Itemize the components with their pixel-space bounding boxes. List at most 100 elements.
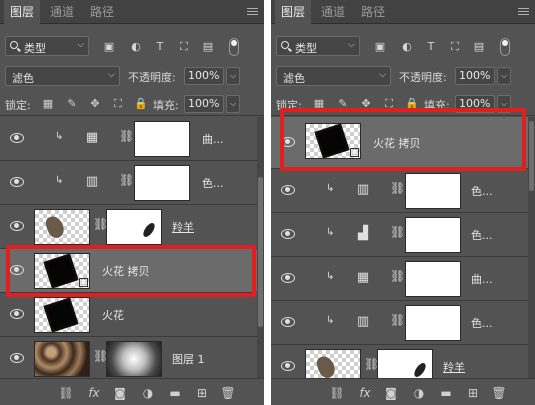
link-icon[interactable]: ⛓: [119, 129, 134, 143]
layer-row[interactable]: ↳ ▥ ⛓ 色...: [271, 301, 535, 345]
fx-icon[interactable]: fx: [357, 385, 373, 401]
type-filter-icon[interactable]: T: [424, 40, 438, 54]
layer-mask-thumbnail[interactable]: [405, 261, 461, 297]
layer-row[interactable]: ↳ ▦ ⛓ 曲...: [0, 117, 264, 161]
eye-icon[interactable]: [281, 361, 295, 371]
filter-toggle[interactable]: [229, 38, 239, 56]
layer-row[interactable]: 火花: [0, 293, 264, 337]
adjustment-filter-icon[interactable]: ◐: [400, 40, 414, 54]
opacity-dropdown-icon[interactable]: ⌵: [226, 67, 240, 85]
shape-filter-icon[interactable]: ⛶: [177, 40, 191, 54]
layer-row[interactable]: ⛓ 羚羊: [271, 345, 535, 378]
opacity-dropdown-icon[interactable]: ⌵: [497, 67, 511, 85]
lock-artboard-icon[interactable]: ⛶: [111, 97, 125, 111]
link-icon[interactable]: ⛓: [390, 181, 405, 195]
eye-icon[interactable]: [10, 177, 24, 187]
adjustment-layer-icon[interactable]: ◑: [140, 385, 156, 401]
delete-layer-icon[interactable]: 🗑: [220, 385, 236, 401]
filter-kind-select[interactable]: 类型 ⌵: [276, 36, 360, 56]
layer-name[interactable]: 火花: [102, 307, 124, 323]
panel-menu-icon[interactable]: [518, 8, 529, 16]
tab-layers[interactable]: 图层: [4, 0, 41, 24]
layer-row[interactable]: ⛓ 羚羊: [0, 205, 264, 249]
eye-icon[interactable]: [10, 221, 24, 231]
layer-name[interactable]: 图层 1: [172, 351, 205, 367]
tab-paths[interactable]: 路径: [355, 0, 391, 24]
image-filter-icon[interactable]: ▣: [373, 40, 387, 54]
tab-channels[interactable]: 通道: [44, 0, 80, 24]
fx-icon[interactable]: fx: [86, 385, 102, 401]
layer-row[interactable]: ↳ ▥ ⛓ 色...: [271, 169, 535, 213]
image-filter-icon[interactable]: ▣: [102, 40, 116, 54]
adjustment-layer-icon[interactable]: ◑: [411, 385, 427, 401]
layers-scrollbar[interactable]: [528, 117, 535, 378]
link-icon[interactable]: ⛓: [390, 269, 405, 283]
layer-thumbnail[interactable]: [305, 349, 361, 378]
layer-name[interactable]: 色...: [202, 175, 224, 191]
layer-name[interactable]: 色...: [471, 227, 493, 243]
layer-thumbnail[interactable]: [34, 341, 90, 377]
add-mask-icon[interactable]: ◙: [112, 385, 128, 401]
link-icon[interactable]: ⛓: [390, 225, 405, 239]
delete-layer-icon[interactable]: 🗑: [491, 385, 507, 401]
add-mask-icon[interactable]: ◙: [383, 385, 399, 401]
type-filter-icon[interactable]: T: [153, 40, 167, 54]
layer-mask-thumbnail[interactable]: [134, 165, 190, 201]
link-icon[interactable]: ⛓: [390, 313, 405, 327]
new-layer-icon[interactable]: ⊞: [465, 385, 481, 401]
layer-mask-thumbnail[interactable]: [405, 305, 461, 341]
tab-layers[interactable]: 图层: [275, 0, 312, 24]
layers-scrollbar[interactable]: [257, 117, 264, 378]
tab-paths[interactable]: 路径: [84, 0, 120, 24]
link-icon[interactable]: ⛓: [119, 173, 134, 187]
fill-dropdown-icon[interactable]: ⌵: [226, 95, 240, 113]
eye-icon[interactable]: [281, 317, 295, 327]
lock-paint-icon[interactable]: ✎: [65, 97, 79, 111]
new-group-icon[interactable]: ▬: [167, 385, 183, 401]
layer-name[interactable]: 曲...: [471, 271, 493, 287]
eye-icon[interactable]: [10, 309, 24, 319]
eye-icon[interactable]: [10, 353, 24, 363]
smartobject-filter-icon[interactable]: ▤: [201, 40, 215, 54]
lock-transparent-icon[interactable]: ▦: [41, 97, 55, 111]
layer-mask-thumbnail[interactable]: [377, 349, 433, 378]
new-layer-icon[interactable]: ⊞: [194, 385, 210, 401]
layer-thumbnail[interactable]: [34, 297, 90, 333]
filter-toggle[interactable]: [500, 38, 510, 56]
layer-row[interactable]: ↳ ▟ ⛓ 色...: [271, 213, 535, 257]
link-layers-icon[interactable]: ⛓: [58, 385, 74, 401]
link-layers-icon[interactable]: ⛓: [329, 385, 345, 401]
blend-mode-select[interactable]: 滤色 ⌵: [5, 66, 120, 86]
layer-row[interactable]: ↳ ▥ ⛓ 色...: [0, 161, 264, 205]
opacity-input[interactable]: 100%: [455, 67, 495, 85]
eye-icon[interactable]: [281, 273, 295, 283]
adjustment-filter-icon[interactable]: ◐: [129, 40, 143, 54]
lock-position-icon[interactable]: ✥: [88, 97, 102, 111]
layer-mask-thumbnail[interactable]: [106, 209, 162, 245]
opacity-input[interactable]: 100%: [184, 67, 224, 85]
layer-row[interactable]: ↳ ▦ ⛓ 曲...: [271, 257, 535, 301]
layer-name[interactable]: 色...: [471, 183, 493, 199]
blend-mode-select[interactable]: 滤色 ⌵: [276, 66, 391, 86]
eye-icon[interactable]: [281, 229, 295, 239]
layer-mask-thumbnail[interactable]: [134, 121, 190, 157]
layer-mask-thumbnail[interactable]: [405, 217, 461, 253]
layer-row[interactable]: ⛓ 图层 1: [0, 337, 264, 378]
layer-name[interactable]: 羚羊: [443, 359, 465, 375]
lock-all-icon[interactable]: 🔒: [134, 97, 148, 111]
panel-menu-icon[interactable]: [247, 8, 258, 16]
layer-mask-thumbnail[interactable]: [106, 341, 162, 377]
fill-input[interactable]: 100%: [184, 95, 224, 113]
smartobject-filter-icon[interactable]: ▤: [472, 40, 486, 54]
eye-icon[interactable]: [10, 133, 24, 143]
layer-name[interactable]: 羚羊: [172, 219, 194, 235]
filter-kind-select[interactable]: 类型 ⌵: [5, 36, 89, 56]
eye-icon[interactable]: [281, 185, 295, 195]
layer-thumbnail[interactable]: [34, 209, 90, 245]
layer-name[interactable]: 曲...: [202, 131, 224, 147]
new-group-icon[interactable]: ▬: [438, 385, 454, 401]
layer-mask-thumbnail[interactable]: [405, 173, 461, 209]
shape-filter-icon[interactable]: ⛶: [448, 40, 462, 54]
layer-name[interactable]: 色...: [471, 315, 493, 331]
tab-channels[interactable]: 通道: [315, 0, 351, 24]
